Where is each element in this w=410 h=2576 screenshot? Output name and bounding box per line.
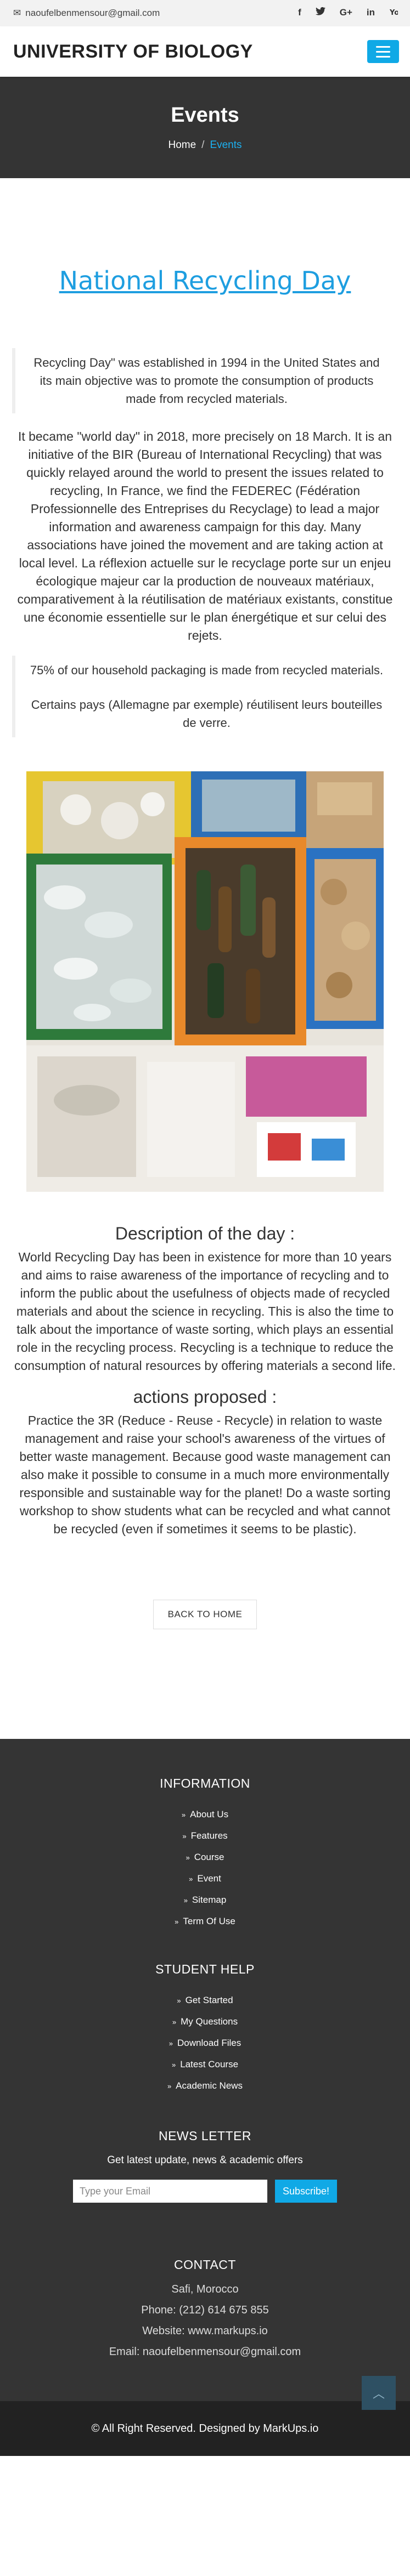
footer-link-label: Event — [197, 1873, 221, 1884]
top-email-text: naoufelbenmensour@gmail.com — [25, 8, 160, 18]
event-article: National Recycling Day Recycling Day" wa… — [0, 266, 410, 1629]
student-help-heading: STUDENT HELP — [155, 1962, 255, 1976]
copyright-bar: © All Right Reserved. Designed by MarkUp… — [0, 2376, 410, 2456]
footer-link-my-questions[interactable]: » My Questions — [0, 2011, 410, 2033]
youtube-icon[interactable]: You — [389, 7, 404, 20]
double-chevron-icon: » — [182, 1832, 187, 1840]
footer-link-term-of-use[interactable]: » Term Of Use — [0, 1911, 410, 1932]
footer-link-academic-news[interactable]: » Academic News — [0, 2075, 410, 2097]
fact-line: Certains pays (Allemagne par exemple) ré… — [31, 698, 383, 730]
menu-bar — [376, 55, 390, 58]
double-chevron-icon: » — [189, 1875, 193, 1883]
menu-bar — [376, 46, 390, 48]
information-links: » About Us » Features » Course » Event » Site… — [0, 1804, 410, 1932]
contact-details: Safi, Morocco Phone: (212) 614 675 855 W… — [0, 2279, 410, 2362]
newsletter-subtitle: Get latest update, news & academic offer… — [107, 2154, 303, 2166]
facebook-icon[interactable]: f — [298, 7, 301, 20]
footer-link-download-files[interactable]: » Download Files — [0, 2033, 410, 2054]
facts-quote: 75% of our household packaging is made f… — [12, 656, 398, 737]
footer-link-event[interactable]: » Event — [0, 1868, 410, 1890]
site-header: UNIVERSITY OF BIOLOGY — [0, 26, 410, 77]
footer-link-label: Sitemap — [192, 1895, 227, 1905]
footer-link-features[interactable]: » Features — [0, 1826, 410, 1847]
footer-link-sitemap[interactable]: » Sitemap — [0, 1890, 410, 1911]
double-chevron-icon: » — [186, 1853, 190, 1862]
footer-link-about-us[interactable]: » About Us — [0, 1804, 410, 1826]
breadcrumb: Home / Events — [168, 139, 241, 151]
intro-quote: Recycling Day" was established in 1994 i… — [12, 348, 398, 413]
footer-link-label: Get Started — [185, 1995, 233, 2005]
article-title-link[interactable]: National Recycling Day — [12, 266, 398, 295]
recycling-bins-photo — [26, 771, 384, 1192]
footer-link-course[interactable]: » Course — [0, 1847, 410, 1868]
linkedin-icon[interactable]: in — [367, 7, 375, 20]
back-to-home-button[interactable]: BACK TO HOME — [153, 1600, 257, 1629]
site-logo[interactable]: UNIVERSITY OF BIOLOGY — [13, 41, 253, 62]
scroll-to-top-button[interactable]: ︿ — [362, 2376, 396, 2410]
information-heading: INFORMATION — [160, 1776, 250, 1790]
menu-bar — [376, 50, 390, 53]
footer-link-label: About Us — [190, 1809, 229, 1819]
newsletter-heading: NEWS LETTER — [158, 2129, 252, 2143]
footer-link-label: Course — [194, 1852, 224, 1862]
double-chevron-icon: » — [175, 1918, 179, 1926]
contact-address: Safi, Morocco — [171, 2283, 239, 2295]
footer-link-label: Academic News — [176, 2080, 243, 2091]
double-chevron-icon: » — [167, 2082, 172, 2090]
footer-link-label: Features — [190, 1830, 228, 1841]
contact-phone: Phone: (212) 614 675 855 — [141, 2304, 269, 2316]
student-help-links: » Get Started » My Questions » Download Fil… — [0, 1990, 410, 2097]
chevron-up-icon: ︿ — [372, 2387, 385, 2401]
contact-heading: CONTACT — [174, 2257, 236, 2272]
page-banner: Events Home / Events — [0, 77, 410, 178]
double-chevron-icon: » — [181, 1811, 186, 1819]
breadcrumb-separator: / — [201, 139, 205, 151]
newsletter-email-input[interactable] — [72, 2180, 267, 2203]
newsletter-form: Subscribe! — [0, 2180, 410, 2203]
double-chevron-icon: » — [177, 1997, 181, 2005]
subscribe-button[interactable]: Subscribe! — [274, 2180, 338, 2203]
footer-link-latest-course[interactable]: » Latest Course — [0, 2054, 410, 2075]
top-bar: ✉ naoufelbenmensour@gmail.com f G+ in Yo… — [0, 0, 410, 26]
footer-link-label: Download Files — [177, 2038, 241, 2048]
twitter-icon[interactable] — [315, 7, 325, 20]
student-help-block: STUDENT HELP » Get Started » My Questions … — [0, 1962, 410, 2097]
copyright-text: © All Right Reserved. Designed by MarkUp… — [91, 2422, 319, 2435]
social-links: f G+ in You — [298, 7, 404, 20]
fact-line: 75% of our household packaging is made f… — [30, 663, 384, 677]
double-chevron-icon: » — [171, 2061, 176, 2069]
envelope-icon: ✉ — [13, 8, 21, 18]
double-chevron-icon: » — [172, 2018, 177, 2026]
intro-paragraph: It became "world day" in 2018, more prec… — [17, 429, 393, 642]
double-chevron-icon: » — [183, 1896, 188, 1904]
description-heading: Description of the day : — [115, 1224, 295, 1243]
newsletter-block: NEWS LETTER Get latest update, news & ac… — [0, 2129, 410, 2203]
top-email[interactable]: ✉ naoufelbenmensour@gmail.com — [13, 8, 160, 19]
footer-link-label: Term Of Use — [183, 1916, 235, 1926]
page-title: Events — [171, 104, 239, 127]
double-chevron-icon: » — [169, 2039, 173, 2048]
footer-link-label: Latest Course — [180, 2059, 239, 2069]
actions-heading: actions proposed : — [133, 1387, 277, 1407]
contact-email: Email: naoufelbenmensour@gmail.com — [109, 2346, 301, 2358]
footer-link-label: My Questions — [181, 2016, 238, 2027]
contact-website: Website: www.markups.io — [142, 2325, 268, 2337]
footer-link-get-started[interactable]: » Get Started — [0, 1990, 410, 2011]
hamburger-menu-icon[interactable] — [367, 40, 399, 63]
actions-text: Practice the 3R (Reduce - Reuse - Recycl… — [19, 1413, 391, 1536]
contact-block: CONTACT Safi, Morocco Phone: (212) 614 6… — [0, 2257, 410, 2362]
description-text: World Recycling Day has been in existenc… — [14, 1250, 396, 1373]
site-footer: INFORMATION » About Us » Features » Course … — [0, 1739, 410, 2401]
breadcrumb-home[interactable]: Home — [168, 139, 196, 151]
google-plus-icon[interactable]: G+ — [340, 7, 352, 20]
breadcrumb-current: Events — [210, 139, 242, 151]
svg-text:You: You — [389, 9, 398, 17]
